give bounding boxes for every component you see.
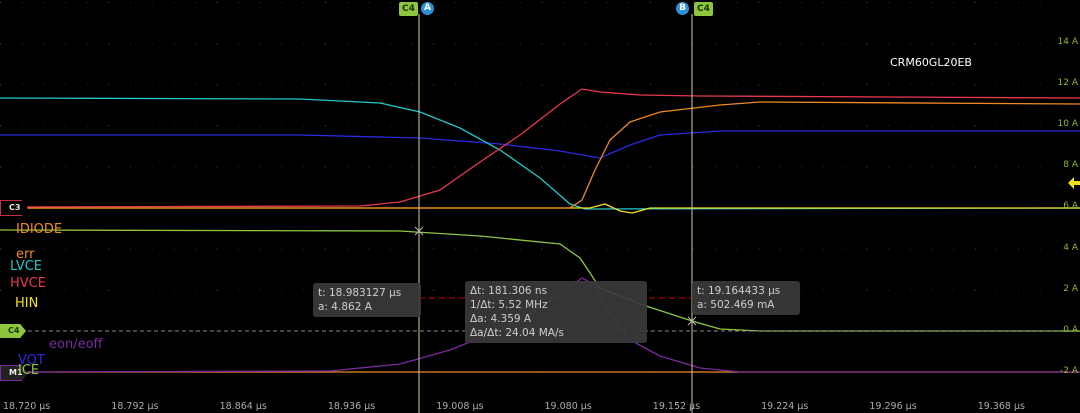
y-tick-label: 14 A	[1057, 37, 1078, 47]
cursor-b-source-tag[interactable]: C4	[694, 2, 713, 16]
x-tick-label: 19.080 µs	[544, 401, 592, 412]
legend-label: eon/eoff	[49, 337, 103, 352]
x-tick-label: 19.368 µs	[977, 401, 1025, 412]
cursor-b-readout: t: 19.164433 µs a: 502.469 mA	[692, 281, 800, 315]
x-tick-label: 18.792 µs	[111, 401, 159, 412]
x-tick-label: 19.152 µs	[652, 401, 701, 412]
cursor-a-source-tag[interactable]: C4	[399, 2, 418, 16]
cursor-a-readout: t: 18.983127 µs a: 4.862 A	[313, 283, 421, 317]
device-title: CRM60GL20EB	[890, 56, 972, 69]
trace-err	[0, 101, 1080, 209]
cursor-b-tag[interactable]: B	[676, 2, 689, 15]
x-tick-label: 18.864 µs	[219, 401, 267, 412]
legend-label: HIN	[15, 296, 39, 311]
y-tick-label: -2 A	[1060, 365, 1078, 376]
delta-time: Δt: 181.306 ns	[470, 285, 548, 297]
cursor-b-amplitude: a: 502.469 mA	[697, 299, 775, 311]
x-tick-label: 18.720 µs	[3, 401, 51, 412]
cursor-a-tag[interactable]: A	[421, 2, 434, 15]
cursor-b-time: t: 19.164433 µs	[697, 285, 781, 297]
y-tick-label: 10 A	[1057, 119, 1078, 130]
y-tick-label: 8 A	[1063, 160, 1078, 171]
cursor-a-time: t: 18.983127 µs	[318, 287, 402, 299]
trace-hvce	[0, 88, 1080, 208]
y-tick-label: 12 A	[1057, 78, 1078, 89]
x-tick-label: 19.224 µs	[761, 401, 809, 412]
trigger-level-arrow-icon[interactable]	[1068, 177, 1080, 189]
legend-label: IDIODE	[16, 222, 63, 237]
inverse-delta-time: 1/Δt: 5.52 MHz	[470, 299, 548, 311]
delta-amplitude: Δa: 4.359 A	[470, 313, 532, 325]
legend-label: HVCE	[10, 276, 46, 291]
y-tick-label: 2 A	[1063, 283, 1078, 294]
cursor-a-amplitude: a: 4.862 A	[318, 301, 372, 313]
legend-label: LVCE	[10, 259, 42, 274]
x-tick-label: 18.936 µs	[327, 401, 376, 412]
trace-lvce	[0, 97, 1080, 210]
y-tick-label: 6 A	[1063, 201, 1078, 212]
x-tick-label: 19.296 µs	[869, 401, 917, 412]
trace-vot	[0, 130, 1080, 159]
x-tick-label: 19.008 µs	[436, 401, 484, 412]
y-tick-label: 4 A	[1063, 242, 1078, 253]
delta-readout: Δt: 181.306 ns 1/Δt: 5.52 MHz Δa: 4.359 A…	[465, 281, 647, 343]
slew-rate: Δa/Δt: 24.04 MA/s	[470, 327, 564, 339]
y-tick-label: 0 A	[1063, 324, 1078, 335]
legend-label: ICE	[18, 363, 40, 378]
